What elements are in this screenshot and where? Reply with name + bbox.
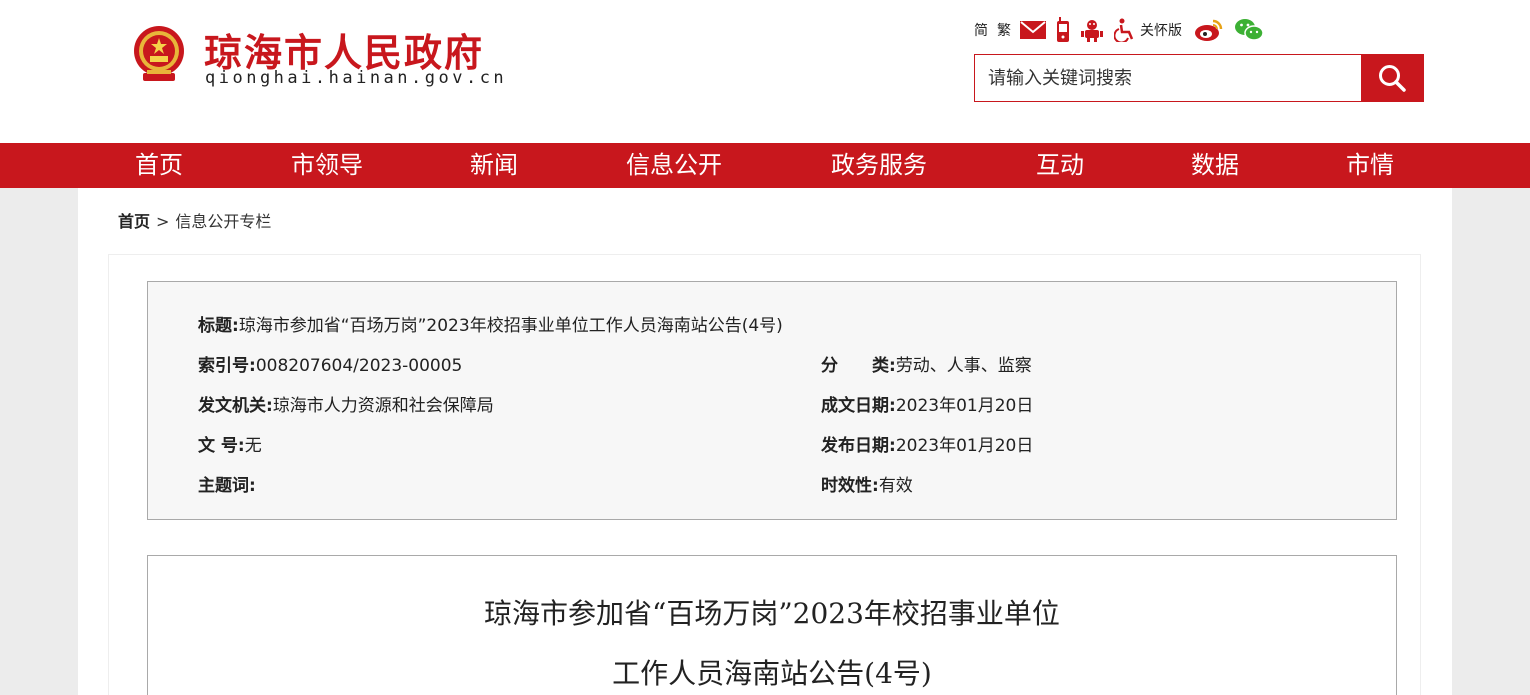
weibo-icon[interactable] [1194,18,1224,42]
meta-published-date: 发布日期:2023年01月20日 [821,431,1033,456]
meta-title-label: 标题: [198,316,239,336]
breadcrumb-current[interactable]: 信息公开专栏 [175,212,271,231]
nav-data[interactable]: 数据 [1191,143,1239,188]
nav-city-overview[interactable]: 市情 [1346,143,1394,188]
document-metadata: 标题:琼海市参加省“百场万岗”2023年校招事业单位工作人员海南站公告(4号) … [147,281,1397,520]
national-emblem-icon[interactable] [131,25,187,83]
search-button[interactable] [1361,55,1423,101]
meta-issuer-value: 琼海市人力资源和社会保障局 [272,396,494,416]
meta-validity-label: 时效性: [821,476,879,496]
meta-doc-number: 文 号:无 [198,431,262,456]
page-content: 首页 > 信息公开专栏 标题:琼海市参加省“百场万岗”2023年校招事业单位工作人员… [78,188,1452,695]
meta-published-label: 发布日期: [821,436,896,456]
meta-index: 索引号:008207604/2023-00005 [198,351,462,376]
site-header: 琼海市人民政府 qionghai.hainan.gov.cn 简 繁 关怀版 [0,0,1530,143]
meta-issuer: 发文机关:琼海市人力资源和社会保障局 [198,391,494,416]
meta-validity-value: 有效 [878,476,913,496]
mail-icon[interactable] [1020,21,1046,39]
meta-docno-value: 无 [244,436,262,456]
care-version-link[interactable]: 关怀版 [1140,20,1182,40]
nav-news[interactable]: 新闻 [470,143,518,188]
meta-written-label: 成文日期: [821,396,896,416]
meta-written-date: 成文日期:2023年01月20日 [821,391,1033,416]
simplified-chinese-link[interactable]: 简 [974,20,988,40]
meta-validity: 时效性:有效 [821,471,913,496]
search-input[interactable] [975,55,1361,101]
meta-published-value: 2023年01月20日 [895,436,1034,456]
breadcrumb-separator: > [156,212,170,231]
wechat-icon[interactable] [1234,18,1264,42]
breadcrumb-home[interactable]: 首页 [118,212,150,231]
article-title-line-2: 工作人员海南站公告(4号) [612,657,932,690]
main-nav: 首页 市领导 新闻 信息公开 政务服务 互动 数据 市情 [0,143,1530,188]
mobile-icon[interactable] [1056,17,1070,43]
breadcrumb: 首页 > 信息公开专栏 [118,208,271,232]
meta-index-value: 008207604/2023-00005 [255,356,463,376]
meta-written-value: 2023年01月20日 [895,396,1034,416]
meta-index-label: 索引号: [198,356,256,376]
meta-issuer-label: 发文机关: [198,396,273,416]
nav-government-services[interactable]: 政务服务 [831,143,927,188]
nav-home[interactable]: 首页 [135,143,183,188]
meta-category-label: 分 类: [821,356,896,376]
header-toolbar: 简 繁 关怀版 [974,14,1274,46]
nav-information-disclosure[interactable]: 信息公开 [626,143,722,188]
meta-keywords-label: 主题词: [198,476,256,496]
accessibility-icon[interactable] [1114,18,1136,42]
search-icon [1379,65,1406,92]
meta-category: 分 类:劳动、人事、监察 [821,351,1032,376]
search-box [974,54,1424,102]
article-body: 琼海市参加省“百场万岗”2023年校招事业单位 工作人员海南站公告(4号) [147,555,1397,695]
meta-keywords: 主题词: [198,471,256,496]
meta-title-value: 琼海市参加省“百场万岗”2023年校招事业单位工作人员海南站公告(4号) [238,316,783,336]
article-title-line-1: 琼海市参加省“百场万岗”2023年校招事业单位 [484,597,1060,630]
site-domain: qionghai.hainan.gov.cn [205,68,508,88]
robot-icon[interactable] [1080,18,1104,42]
nav-city-leaders[interactable]: 市领导 [291,143,363,188]
meta-category-value: 劳动、人事、监察 [895,356,1032,376]
traditional-chinese-link[interactable]: 繁 [997,20,1011,40]
meta-title: 标题:琼海市参加省“百场万岗”2023年校招事业单位工作人员海南站公告(4号) [198,311,783,336]
nav-interaction[interactable]: 互动 [1036,143,1084,188]
meta-docno-label: 文 号: [198,436,245,456]
